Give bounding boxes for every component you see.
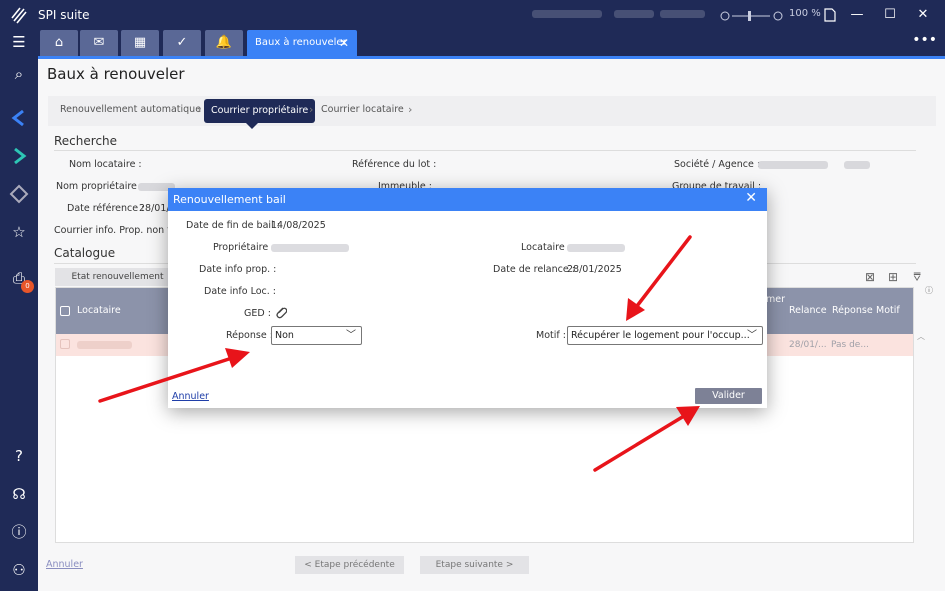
societe-agence-label: Société / Agence : <box>674 159 761 170</box>
previous-step-button[interactable]: < Etape précédente <box>295 556 404 574</box>
check-icon[interactable]: ✓ <box>163 30 201 56</box>
app-name: SPI suite <box>38 8 90 22</box>
nom-locataire-label: Nom locataire : <box>69 159 142 170</box>
select-all-checkbox[interactable] <box>60 306 70 316</box>
search-section-title: Recherche <box>54 134 118 148</box>
date-info-prop-label: Date info prop. : <box>199 264 277 275</box>
calendar-icon[interactable]: ▦ <box>121 30 159 56</box>
tab-label: Baux à renouveler <box>255 37 347 48</box>
chevron-down-icon: ﹀ <box>747 330 757 341</box>
excel-export-icon[interactable]: ⊠ <box>862 269 878 285</box>
date-relance-value: 28/01/2025 <box>567 264 622 275</box>
document-icon[interactable] <box>824 8 836 22</box>
add-icon[interactable]: ⊞ <box>885 269 901 285</box>
date-reference-value: 28/01/ <box>139 203 170 214</box>
catalogue-section-title: Catalogue <box>54 246 116 260</box>
minimize-button[interactable]: — <box>846 6 868 24</box>
more-options-icon[interactable]: ••• <box>912 32 937 48</box>
spi-logo-icon <box>11 7 27 24</box>
blurred-proprietaire <box>271 244 349 252</box>
scroll-up-icon[interactable]: ︿ <box>917 331 925 342</box>
bell-icon[interactable]: 🔔 <box>205 30 243 56</box>
page-title: Baux à renouveler <box>47 65 185 83</box>
search-icon[interactable]: ⌕ <box>9 64 29 84</box>
dialog-header: Renouvellement bail ✕ <box>168 188 767 211</box>
close-dialog-icon[interactable]: ✕ <box>745 190 757 206</box>
date-fin-bail-value: 14/08/2025 <box>271 220 326 231</box>
column-motif[interactable]: Motif <box>876 305 900 316</box>
ged-label: GED : <box>244 308 271 319</box>
motif-selected-value: Récupérer le logement pour l'occup... <box>571 330 750 341</box>
column-reponse[interactable]: Réponse <box>832 305 873 316</box>
motif-label: Motif : <box>536 330 566 341</box>
valider-button[interactable]: Valider <box>695 388 762 404</box>
dialog-annuler-link[interactable]: Annuler <box>172 391 209 402</box>
step-renouvellement-automatique[interactable]: Renouvellement automatique <box>60 104 201 115</box>
tab-strip: ⌂ ✉ ▦ ✓ 🔔 Baux à renouveler ✕ ••• <box>38 30 945 56</box>
blurred-info <box>532 10 602 18</box>
help-icon[interactable]: ? <box>9 446 29 466</box>
dialog-title: Renouvellement bail <box>173 193 286 206</box>
annuler-link[interactable]: Annuler <box>46 559 83 570</box>
blurred-value <box>844 161 870 169</box>
right-arrow-nav-icon[interactable] <box>9 146 29 166</box>
blurred-info <box>614 10 654 18</box>
paperclip-icon[interactable] <box>275 305 287 319</box>
printer-badge: 0 <box>21 280 34 293</box>
reponse-selected-value: Non <box>275 330 294 341</box>
date-fin-bail-label: Date de fin de bail : <box>186 220 280 231</box>
column-locataire[interactable]: Locataire <box>77 305 121 316</box>
step-courrier-locataire[interactable]: Courrier locataire <box>321 104 404 115</box>
date-info-loc-label: Date info Loc. : <box>204 286 276 297</box>
diamond-nav-icon[interactable] <box>9 184 29 204</box>
blurred-locataire <box>567 244 625 252</box>
blurred-value <box>77 341 132 349</box>
locataire-label: Locataire : <box>521 242 571 253</box>
tab-baux-a-renouveler[interactable]: Baux à renouveler ✕ <box>247 30 357 56</box>
step-courrier-proprietaire[interactable]: Courrier propriétaire <box>204 99 316 129</box>
reference-lot-label: Référence du lot : <box>352 159 437 170</box>
blurred-value <box>758 161 828 169</box>
row-relance: 28/01/... <box>789 340 827 350</box>
next-step-button[interactable]: Etape suivante > <box>420 556 529 574</box>
proprietaire-label: Propriétaire : <box>213 242 275 253</box>
left-nav: ☰ ⌕ ☆ ⎙ 0 ? ☊ ⓘ ⚇ <box>0 30 38 591</box>
nom-proprietaire-label: Nom propriétaire : <box>56 181 144 192</box>
date-reference-label: Date référence : <box>67 203 145 214</box>
info-icon: ⓘ <box>925 286 933 295</box>
close-tab-icon[interactable]: ✕ <box>339 30 349 56</box>
row-checkbox[interactable] <box>60 339 70 349</box>
chevron-right-icon: › <box>197 103 202 116</box>
support-icon[interactable]: ☊ <box>9 484 29 504</box>
home-icon[interactable]: ⌂ <box>40 30 78 56</box>
courrier-info-filter[interactable]: Courrier info. Prop. non fait <box>54 225 183 236</box>
star-icon[interactable]: ☆ <box>9 222 29 242</box>
grid-scrollbar[interactable]: ︿ <box>916 331 926 543</box>
date-relance-label: Date de relance : <box>493 264 575 275</box>
chevron-right-icon: › <box>309 103 314 116</box>
title-bar: SPI suite 100 % — ☐ ✕ <box>0 0 945 30</box>
chevron-right-icon: › <box>408 103 413 116</box>
column-relance[interactable]: Relance <box>789 305 827 316</box>
column-mer[interactable]: mer <box>766 294 785 305</box>
zoom-level: 100 % <box>789 8 821 19</box>
reponse-select[interactable]: Non ﹀ <box>271 326 362 345</box>
blurred-info <box>660 10 705 18</box>
zoom-slider[interactable] <box>720 10 784 22</box>
chevron-down-icon: ﹀ <box>346 330 356 341</box>
etat-renouvellement-tab[interactable]: Etat renouvellement <box>55 268 180 286</box>
user-icon[interactable]: ⚇ <box>9 560 29 580</box>
reponse-label: Réponse : <box>226 330 273 341</box>
mail-icon[interactable]: ✉ <box>80 30 118 56</box>
step-bar: Renouvellement automatique › Courrier pr… <box>48 96 936 129</box>
row-reponse: Pas de... <box>831 340 869 350</box>
close-window-button[interactable]: ✕ <box>912 6 934 24</box>
info-icon[interactable]: ⓘ <box>9 522 29 542</box>
divider <box>54 150 916 151</box>
renouvellement-bail-dialog: Renouvellement bail ✕ Date de fin de bai… <box>168 188 767 408</box>
maximize-button[interactable]: ☐ <box>879 6 901 24</box>
left-arrow-nav-icon[interactable] <box>9 108 29 128</box>
menu-icon[interactable]: ☰ <box>9 32 29 52</box>
motif-select[interactable]: Récupérer le logement pour l'occup... ﹀ <box>567 326 763 345</box>
